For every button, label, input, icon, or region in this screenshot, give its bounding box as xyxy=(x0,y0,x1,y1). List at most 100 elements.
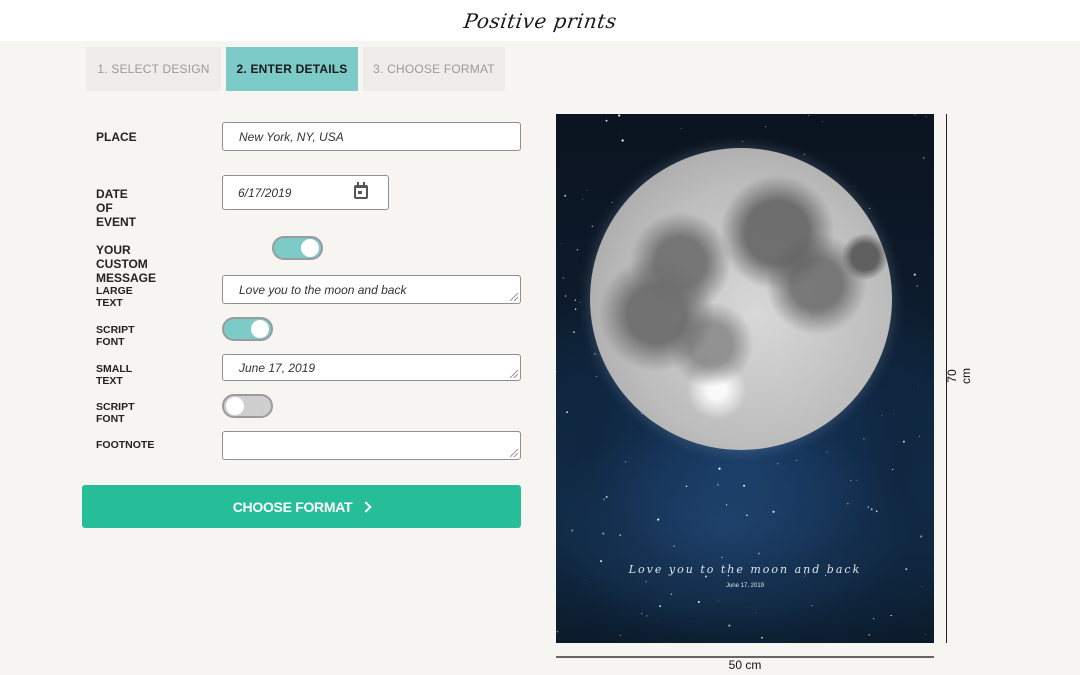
date-value: 6/17/2019 xyxy=(238,185,292,200)
star xyxy=(556,370,557,373)
custom-message-label: YOUR CUSTOM MESSAGE xyxy=(96,243,157,285)
date-label: DATE OF EVENT xyxy=(96,187,137,229)
star xyxy=(591,225,594,228)
site-header: Positive prints xyxy=(0,0,1080,41)
star xyxy=(870,508,873,511)
star xyxy=(659,605,662,607)
star xyxy=(914,114,916,116)
logo[interactable]: Positive prints xyxy=(462,9,618,33)
star xyxy=(850,480,852,482)
resize-handle-icon[interactable] xyxy=(510,370,518,378)
place-input[interactable]: New York, NY, USA xyxy=(222,122,521,151)
star xyxy=(922,156,925,159)
star xyxy=(586,189,588,191)
star xyxy=(605,119,608,122)
star xyxy=(574,299,576,301)
star xyxy=(811,605,813,607)
star xyxy=(721,556,723,559)
star xyxy=(619,133,621,135)
star xyxy=(666,641,668,643)
star xyxy=(913,273,916,276)
footnote-input[interactable] xyxy=(222,431,521,460)
star xyxy=(685,485,688,488)
star xyxy=(867,506,870,508)
small-script-font-toggle[interactable] xyxy=(222,394,273,418)
star xyxy=(890,614,892,617)
star xyxy=(761,636,763,639)
star xyxy=(605,496,608,498)
small-script-font-label: SCRIPT FONT xyxy=(96,401,135,425)
calendar-icon[interactable] xyxy=(354,182,368,199)
star xyxy=(875,510,878,513)
resize-handle-icon[interactable] xyxy=(510,293,518,301)
star xyxy=(564,194,567,197)
poster-message: Love you to the moon and back xyxy=(628,563,862,576)
star xyxy=(717,600,719,602)
star xyxy=(579,301,581,303)
star xyxy=(856,479,858,481)
star xyxy=(657,518,660,521)
height-dimension-label: 70 cm xyxy=(945,368,973,384)
poster-date: June 17, 2019 xyxy=(725,583,765,589)
custom-message-toggle[interactable] xyxy=(272,236,323,260)
star xyxy=(564,295,567,297)
star xyxy=(556,630,559,633)
star xyxy=(821,121,823,123)
star xyxy=(718,467,721,470)
star xyxy=(566,411,569,414)
star xyxy=(918,435,921,437)
star xyxy=(571,529,574,532)
star xyxy=(602,532,605,535)
star xyxy=(776,462,779,465)
star xyxy=(621,139,624,142)
small-text-input[interactable]: June 17, 2019 xyxy=(222,354,521,381)
star xyxy=(603,498,606,501)
footnote-label: FOOTNOTE xyxy=(96,439,155,451)
star xyxy=(803,117,804,119)
small-text-label: SMALL TEXT xyxy=(96,363,132,387)
large-text-value: Love you to the moon and back xyxy=(239,282,407,297)
star xyxy=(618,114,621,117)
star xyxy=(686,447,687,448)
star xyxy=(826,451,828,453)
tab-enter-details[interactable]: 2. ENTER DETAILS xyxy=(226,47,358,91)
date-input[interactable]: 6/17/2019 xyxy=(222,175,389,210)
star xyxy=(854,185,856,187)
toggle-knob xyxy=(301,239,319,257)
tab-choose-format[interactable]: 3. CHOOSE FORMAT xyxy=(363,47,505,91)
resize-handle-icon[interactable] xyxy=(510,449,518,457)
step-tabs: 1. SELECT DESIGN 2. ENTER DETAILS 3. CHO… xyxy=(86,47,505,91)
star xyxy=(755,612,756,614)
star xyxy=(680,128,682,129)
chevron-right-icon xyxy=(360,500,372,513)
tab-select-design[interactable]: 1. SELECT DESIGN xyxy=(86,47,221,91)
large-text-label: LARGE TEXT xyxy=(96,285,133,309)
moon-image xyxy=(590,148,892,450)
place-value: New York, NY, USA xyxy=(239,129,344,144)
star xyxy=(576,249,579,251)
star xyxy=(728,624,731,627)
star xyxy=(765,126,767,128)
large-script-font-toggle[interactable] xyxy=(222,317,273,341)
star xyxy=(717,483,720,486)
place-label: PLACE xyxy=(96,130,137,144)
star xyxy=(869,207,871,210)
large-text-input[interactable]: Love you to the moon and back xyxy=(222,275,521,304)
star xyxy=(611,202,613,204)
star xyxy=(574,308,577,310)
star xyxy=(697,601,700,603)
star xyxy=(619,534,622,536)
star xyxy=(803,153,806,156)
star xyxy=(600,560,603,563)
star xyxy=(619,634,622,637)
star xyxy=(742,140,744,143)
star xyxy=(881,414,883,416)
star xyxy=(846,502,849,505)
star xyxy=(918,385,920,387)
star xyxy=(772,510,775,513)
star xyxy=(892,468,894,471)
choose-format-button[interactable]: CHOOSE FORMAT xyxy=(82,485,521,528)
star xyxy=(641,613,643,615)
toggle-knob xyxy=(251,320,269,338)
star xyxy=(594,352,596,355)
